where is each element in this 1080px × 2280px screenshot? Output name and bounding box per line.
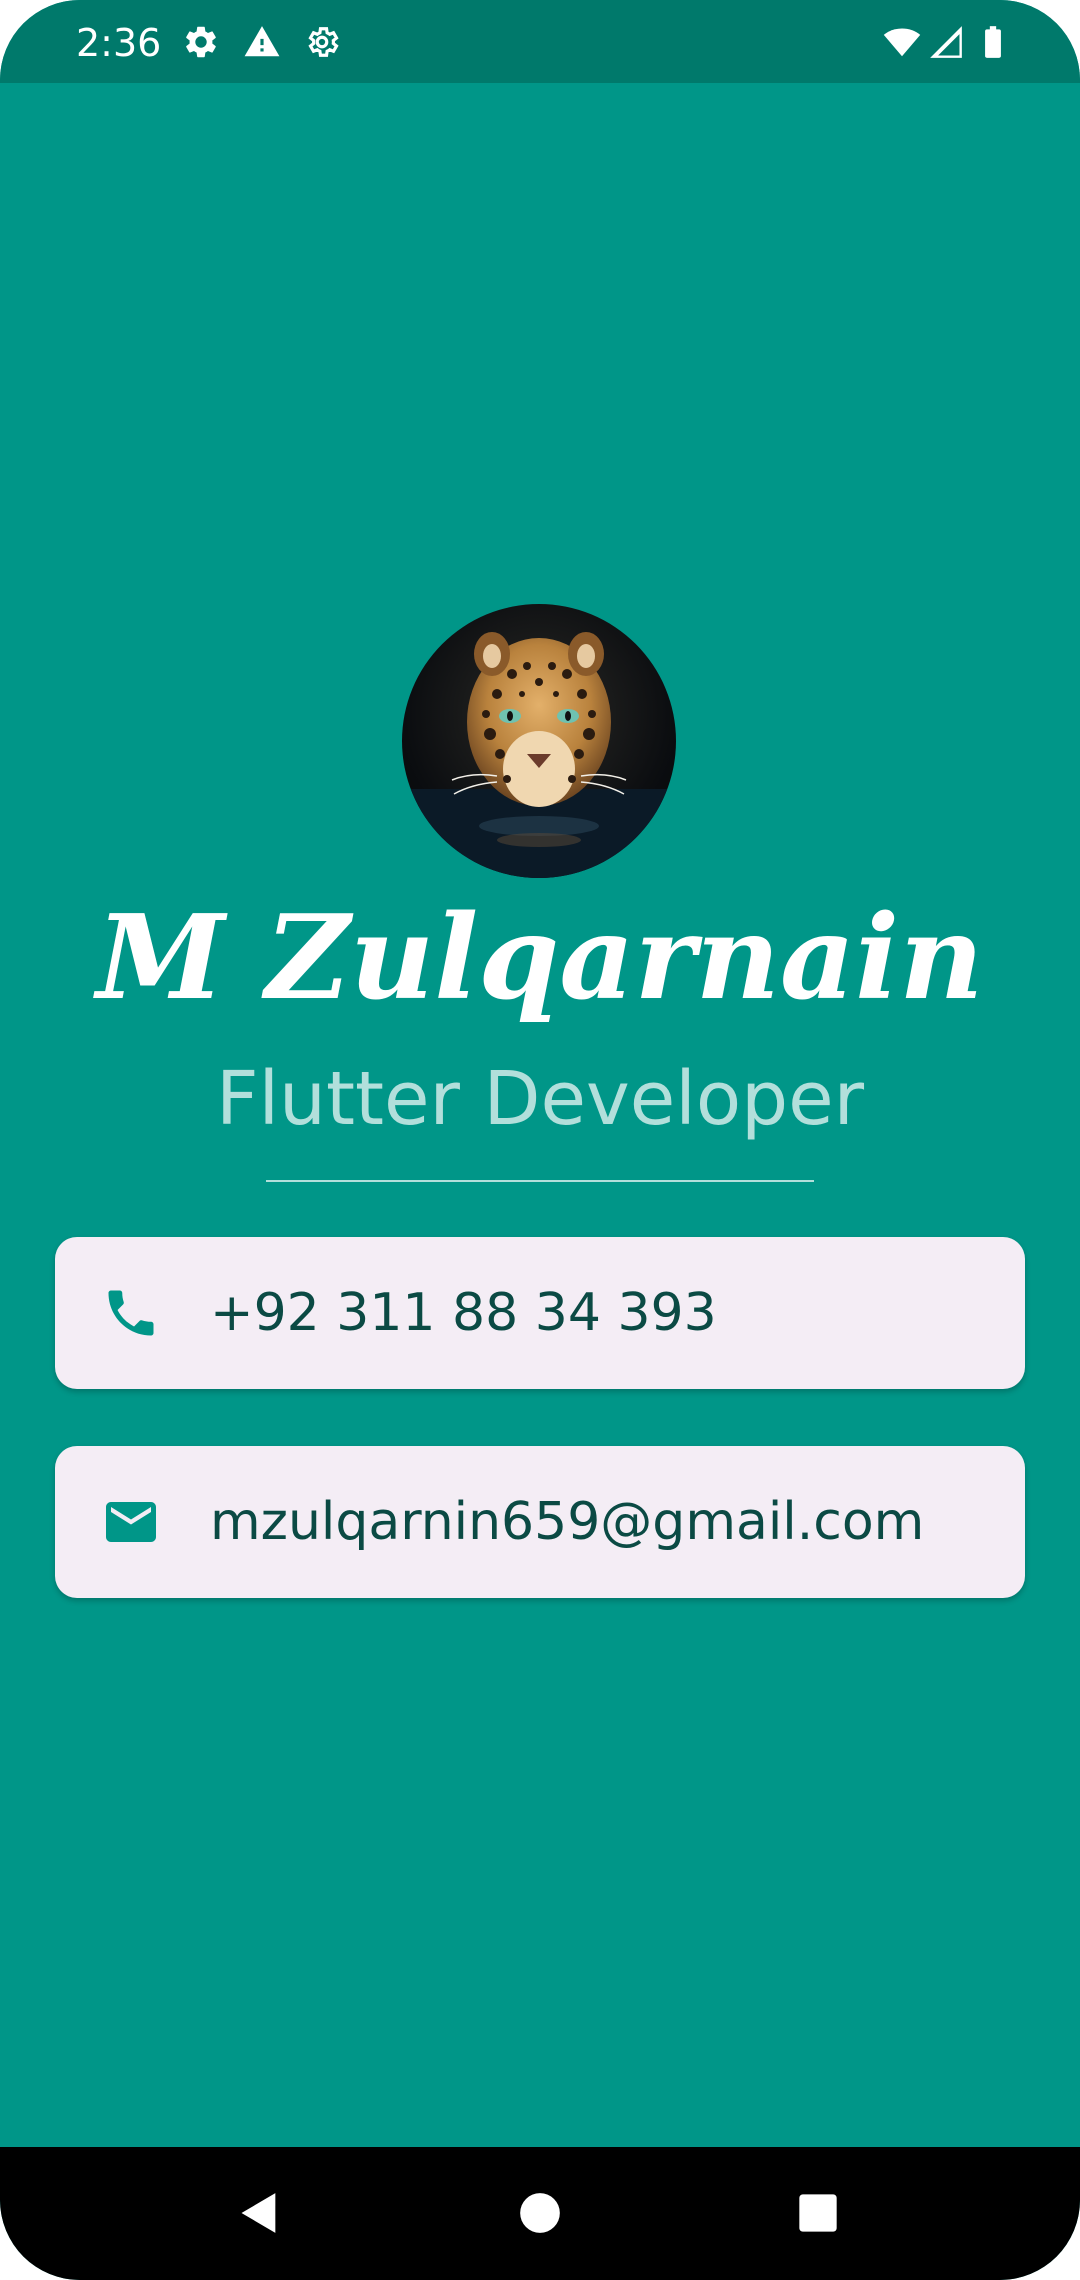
status-bar: 2:36 [0,0,1080,83]
settings-outline-icon [302,20,342,64]
back-icon[interactable] [223,2177,295,2249]
settings-icon [181,20,221,64]
divider [266,1180,814,1182]
phone-icon [101,1283,161,1343]
cell-signal-icon [926,20,966,64]
recents-icon[interactable] [782,2177,854,2249]
leopard-avatar-image [402,604,676,878]
email-card[interactable]: mzulqarnin659@gmail.com [55,1446,1025,1598]
navigation-bar [0,2147,1080,2280]
profile-content: M Zulqarnain Flutter Developer +92 311 8… [0,83,1080,2147]
email-address: mzulqarnin659@gmail.com [210,1492,925,1552]
mail-icon [101,1492,161,1552]
phone-number: +92 311 88 34 393 [210,1283,717,1343]
profile-name: M Zulqarnain [96,890,984,1026]
status-time: 2:36 [76,21,162,65]
home-icon[interactable] [504,2177,576,2249]
profile-title: Flutter Developer [215,1056,865,1142]
warning-icon [242,20,282,64]
wifi-icon [882,20,922,64]
avatar [402,604,676,878]
battery-icon [973,20,1013,64]
phone-card[interactable]: +92 311 88 34 393 [55,1237,1025,1389]
app-screen: 2:36 M Zulqarnain Flutter Developer +92 … [0,0,1080,2280]
